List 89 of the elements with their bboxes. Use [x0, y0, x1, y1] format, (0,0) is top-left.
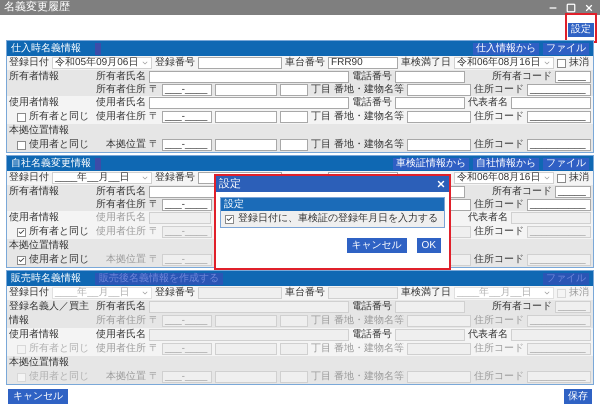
field-label: 代表者名 [468, 329, 508, 341]
field-label: 登録番号 [155, 287, 195, 299]
field-label: 番地・建物名等 [334, 84, 404, 96]
section-title: 自社名義変更情報 [11, 158, 91, 170]
field-label: 車台番号 [285, 57, 325, 69]
group-label: 使用者情報 [9, 329, 59, 341]
field-label: 〒 [149, 343, 159, 355]
field-label: 〒 [149, 315, 159, 327]
field-label: 〒 [149, 111, 159, 123]
field-label: 所有者コード [492, 71, 552, 83]
field-label: 丁目 [311, 111, 331, 123]
checkbox-label: 登録日付に、車検証の登録年月日を入力する [238, 213, 438, 225]
field-label: 住所コード [474, 315, 524, 327]
field-label: 所有者住所 [96, 199, 146, 211]
field-label: 本拠位置 [105, 254, 146, 266]
field-label: 使用者氏名 [96, 329, 146, 341]
group-label: 登録名義人／買主情報 [9, 300, 90, 328]
field-label: 〒 [149, 254, 159, 266]
field-label: 番地・建物名等 [334, 315, 404, 327]
field-label: 丁目 [311, 315, 331, 327]
field-label: 登録日付 [9, 287, 49, 299]
field-label: 〒 [149, 199, 159, 211]
field-label: 抹消 [569, 172, 590, 184]
field-label: 番地・建物名等 [334, 139, 404, 151]
field-label: 〒 [149, 371, 159, 383]
checkbox-label: 使用者と同じ [29, 254, 89, 266]
group-label: 本拠位置情報 [9, 357, 69, 369]
checkbox-label: 使用者と同じ [29, 139, 89, 151]
field-label: 所有者氏名 [96, 71, 146, 83]
field-label: 代表者名 [468, 212, 508, 224]
field-label: 登録番号 [155, 172, 195, 184]
field-label: 〒 [149, 139, 159, 151]
group-title: 設定 [224, 198, 244, 210]
field-label: 丁目 [311, 343, 331, 355]
group-label: 使用者情報 [9, 212, 59, 224]
field-label: 電話番号 [352, 71, 392, 83]
field-label: 使用者住所 [96, 226, 146, 238]
field-label: 所有者氏名 [96, 186, 146, 198]
field-label: 抹消 [569, 57, 590, 69]
field-label: 所有者コード [492, 301, 552, 313]
field-label: 登録日付 [9, 172, 49, 184]
checkbox-label: 所有者と同じ [29, 111, 89, 123]
field-label: 本拠位置 [105, 371, 146, 383]
field-label: 本拠位置 [105, 139, 146, 151]
field-label: 車検満了日 [401, 287, 451, 299]
field-label: 代表者名 [468, 97, 508, 109]
field-label: 電話番号 [352, 97, 392, 109]
field-label: 住所コード [474, 343, 524, 355]
field-label: 電話番号 [352, 329, 392, 341]
field-label: 〒 [149, 84, 159, 96]
group-label: 使用者情報 [9, 97, 59, 109]
field-label: 住所コード [474, 111, 524, 123]
field-label: 住所コード [474, 371, 524, 383]
field-label: 丁目 [311, 139, 331, 151]
field-label: 〒 [149, 226, 159, 238]
field-label: 車台番号 [285, 287, 325, 299]
field-label: 使用者住所 [96, 111, 146, 123]
group-label: 本拠位置情報 [9, 240, 69, 252]
field-label: 番地・建物名等 [334, 111, 404, 123]
field-label: 丁目 [311, 371, 331, 383]
field-label: 番地・建物名等 [334, 371, 404, 383]
group-label: 所有者情報 [9, 70, 60, 84]
field-label: 住所コード [474, 139, 524, 151]
field-label: 丁目 [311, 84, 331, 96]
field-label: 車検満了日 [401, 57, 451, 69]
dialog-title: 設定 [219, 178, 241, 190]
section-title: 仕入時名義情報 [11, 42, 82, 54]
field-label: 所有者コード [492, 186, 552, 198]
field-label: 所有者住所 [96, 315, 146, 327]
field-label: 使用者住所 [96, 343, 146, 355]
checkbox-label: 所有者と同じ [29, 343, 89, 355]
field-label: 登録番号 [155, 57, 195, 69]
field-label: 住所コード [474, 84, 524, 96]
field-label: 登録日付 [9, 57, 49, 69]
field-label: 住所コード [474, 199, 524, 211]
field-label: 番地・建物名等 [334, 343, 404, 355]
group-label: 本拠位置情報 [9, 125, 69, 137]
section-title: 販売時名義情報 [11, 272, 82, 284]
group-label: 所有者情報 [9, 185, 60, 199]
field-label: 所有者住所 [96, 84, 146, 96]
field-label: 使用者氏名 [96, 97, 146, 109]
field-label: 電話番号 [352, 301, 392, 313]
field-label: 抹消 [569, 287, 590, 299]
field-label: 使用者氏名 [96, 212, 146, 224]
field-label: 住所コード [474, 254, 524, 266]
field-label: 所有者氏名 [96, 301, 146, 313]
field-label: 住所コード [474, 226, 524, 238]
checkbox-label: 所有者と同じ [29, 226, 89, 238]
window-title: 名義変更履歴 [4, 1, 70, 14]
